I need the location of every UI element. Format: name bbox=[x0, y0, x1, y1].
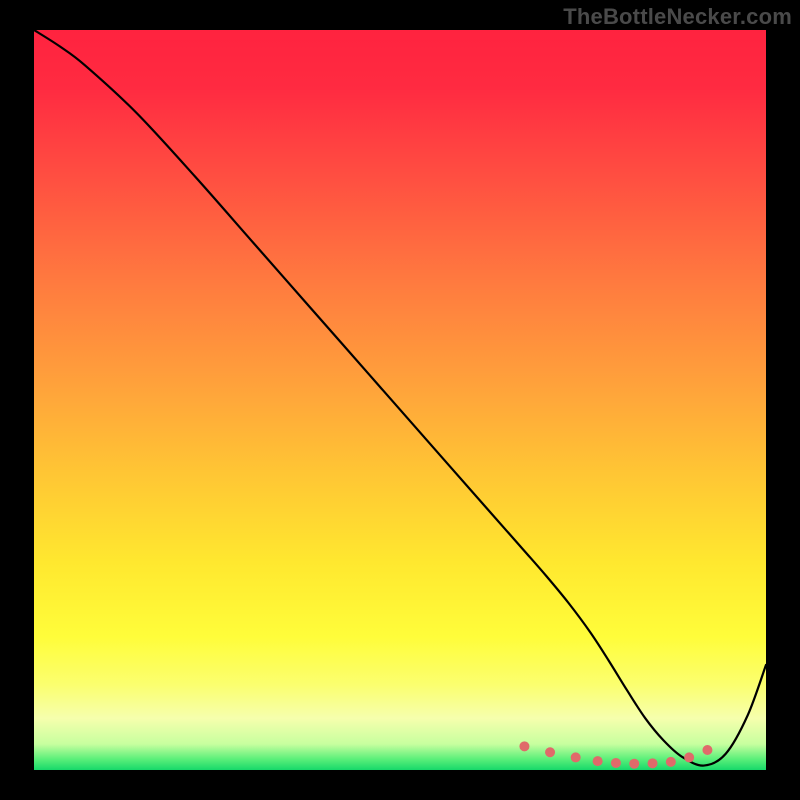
optimal-marker bbox=[593, 756, 603, 766]
heat-background bbox=[34, 30, 766, 770]
optimal-marker bbox=[666, 757, 676, 767]
optimal-marker bbox=[629, 759, 639, 769]
plot-area bbox=[34, 30, 766, 770]
optimal-marker bbox=[519, 741, 529, 751]
site-watermark: TheBottleNecker.com bbox=[563, 4, 792, 30]
chart-frame: TheBottleNecker.com bbox=[0, 0, 800, 800]
optimal-marker bbox=[648, 758, 658, 768]
optimal-marker bbox=[611, 758, 621, 768]
optimal-marker bbox=[702, 745, 712, 755]
optimal-marker bbox=[571, 752, 581, 762]
bottleneck-chart-svg bbox=[34, 30, 766, 770]
optimal-marker bbox=[684, 752, 694, 762]
optimal-marker bbox=[545, 747, 555, 757]
